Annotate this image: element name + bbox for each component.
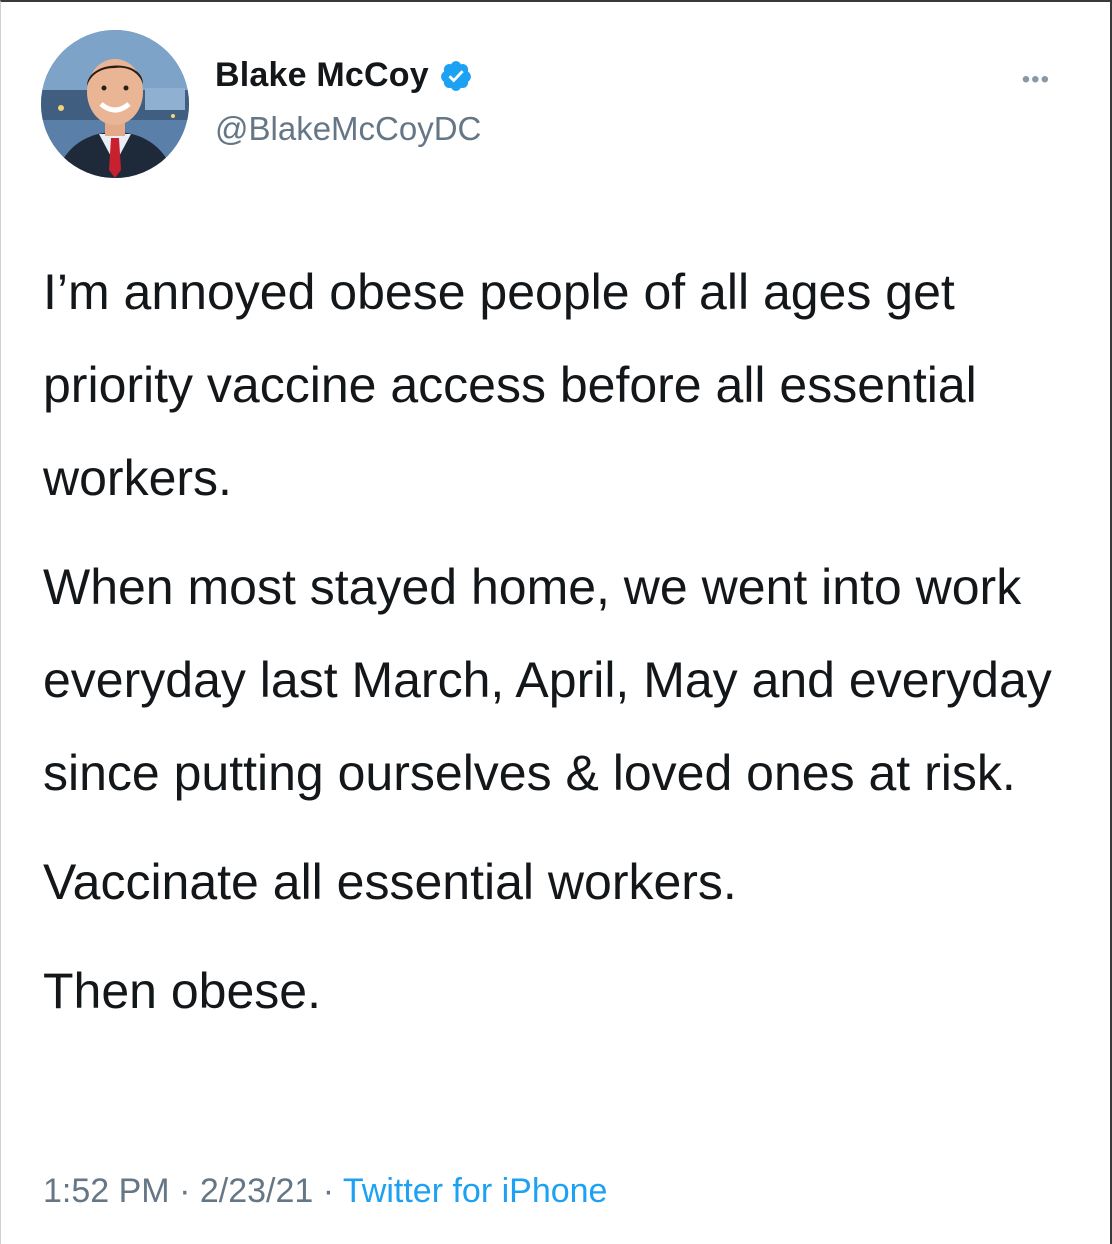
tweet-text: I’m annoyed obese people of all ages get… [43, 246, 1053, 1054]
author-handle[interactable]: @BlakeMcCoyDC [215, 110, 481, 148]
meta-separator: · [169, 1172, 200, 1210]
author-name-row: Blake McCoy [215, 56, 473, 95]
tweet-card: Blake McCoy @BlakeMcCoyDC ••• I’m annoye… [0, 0, 1112, 1244]
tweet-paragraph: When most stayed home, we went into work… [43, 559, 1052, 801]
author-display-name[interactable]: Blake McCoy [215, 56, 429, 95]
tweet-paragraph: Then obese. [43, 963, 321, 1019]
meta-separator: · [313, 1172, 343, 1210]
tweet-paragraph: Vaccinate all essential workers. [43, 854, 737, 910]
avatar[interactable] [41, 30, 189, 178]
tweet-source-link[interactable]: Twitter for iPhone [343, 1172, 608, 1210]
tweet-date[interactable]: 2/23/21 [200, 1172, 313, 1210]
tweet-time[interactable]: 1:52 PM [43, 1172, 170, 1210]
more-options-icon[interactable]: ••• [1022, 68, 1050, 92]
tweet-metadata: 1:52 PM · 2/23/21 · Twitter for iPhone [43, 1172, 607, 1211]
verified-badge-icon [439, 59, 473, 93]
avatar-image [41, 30, 189, 178]
tweet-paragraph: I’m annoyed obese people of all ages get… [43, 264, 977, 506]
